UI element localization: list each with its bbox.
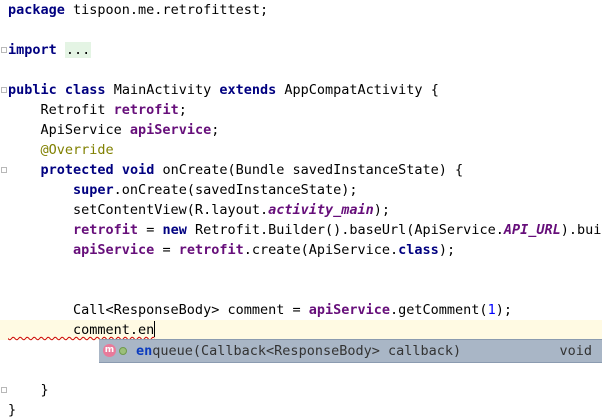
class-close-brace: } [8, 402, 17, 418]
keyword-extends: extends [219, 82, 277, 98]
create-call: .create(ApiService. [243, 242, 399, 258]
code-line-current[interactable]: comment.en [0, 320, 602, 340]
code-line-setcontentview[interactable]: setContentView(R.layout.activity_main); [0, 200, 602, 220]
class-name: MainActivity [105, 82, 220, 98]
completion-rest: queue(Callback<ResponseBody> callback) [152, 343, 462, 359]
number-literal: 1 [487, 302, 496, 318]
class-superclass: AppCompatActivity { [276, 82, 439, 98]
call-declaration: Call<ResponseBody> comment = [8, 302, 309, 318]
code-line-oncreate-signature[interactable]: protected void onCreate(Bundle savedInst… [0, 160, 602, 180]
assign-operator: = [154, 242, 179, 258]
field-apiservice: apiService [129, 122, 212, 138]
getcomment-call: .getComment( [390, 302, 488, 318]
super-call: .onCreate(savedInstanceState); [113, 182, 358, 198]
create-call-close: ); [438, 242, 456, 258]
code-line-class-declaration[interactable]: public class MainActivity extends AppCom… [0, 80, 602, 100]
completion-match: en [136, 343, 153, 359]
field-retrofit: retrofit [73, 222, 139, 238]
setcontentview-close: ); [373, 202, 391, 218]
semicolon: ; [211, 122, 220, 138]
code-line-class-close[interactable]: } [0, 400, 602, 418]
semicolon: ; [178, 102, 187, 118]
completion-signature: enqueue(Callback<ResponseBody> callback) [136, 340, 461, 362]
completion-item-enqueue[interactable]: m enqueue(Callback<ResponseBody> callbac… [99, 340, 602, 362]
annotation-override: @Override [8, 142, 114, 158]
method-icon: m [103, 344, 116, 357]
text-caret [154, 321, 156, 337]
completion-return-type: void [559, 343, 592, 359]
code-line-package[interactable]: package tispoon.me.retrofittest; [0, 0, 602, 20]
code-line-override[interactable]: @Override [0, 140, 602, 160]
builder-call-tail: ).build [560, 222, 602, 238]
oncreate-signature: onCreate(Bundle savedInstanceState) { [154, 162, 464, 178]
folded-imports[interactable]: ... [64, 42, 92, 58]
keyword-import: import [8, 42, 57, 58]
keyword-public: public [8, 82, 57, 98]
code-line-super-oncreate[interactable]: super.onCreate(savedInstanceState); [0, 180, 602, 200]
keyword-new: new [162, 222, 187, 238]
field-apiservice: apiService [308, 302, 391, 318]
code-line-apiservice-field[interactable]: ApiService apiService; [0, 120, 602, 140]
code-line-retrofit-builder[interactable]: retrofit = new Retrofit.Builder().baseUr… [0, 220, 602, 240]
keyword-class: class [64, 82, 106, 98]
typing-text: comment.en [8, 322, 155, 338]
code-line-apiservice-create[interactable]: apiService = retrofit.create(ApiService.… [0, 240, 602, 260]
builder-call: Retrofit.Builder().baseUrl(ApiService. [186, 222, 504, 238]
code-line-import[interactable]: import ... [0, 40, 602, 60]
layout-activity-main: activity_main [268, 202, 374, 218]
field-retrofit: retrofit [178, 242, 244, 258]
package-name: tispoon.me.retrofittest; [64, 2, 269, 18]
keyword-class-literal: class [398, 242, 439, 258]
method-close-brace: } [8, 382, 49, 398]
keyword-void: void [121, 162, 155, 178]
setcontentview-call: setContentView(R.layout. [8, 202, 269, 218]
completion-popup[interactable]: m enqueue(Callback<ResponseBody> callbac… [99, 339, 602, 363]
code-editor[interactable]: package tispoon.me.retrofittest; import … [0, 0, 602, 418]
type-apiservice: ApiService [8, 122, 130, 138]
keyword-package: package [8, 2, 65, 18]
field-apiservice: apiService [73, 242, 155, 258]
code-line-retrofit-field[interactable]: Retrofit retrofit; [0, 100, 602, 120]
code-line-method-close[interactable]: } [0, 380, 602, 400]
public-visibility-icon [119, 347, 127, 355]
keyword-super: super [73, 182, 114, 198]
keyword-protected: protected [40, 162, 114, 178]
assign-operator: = [138, 222, 163, 238]
constant-api-url: API_URL [503, 222, 561, 238]
field-retrofit: retrofit [113, 102, 179, 118]
getcomment-close: ); [495, 302, 512, 318]
code-line-getcomment[interactable]: Call<ResponseBody> comment = apiService.… [0, 300, 602, 320]
type-retrofit: Retrofit [8, 102, 114, 118]
